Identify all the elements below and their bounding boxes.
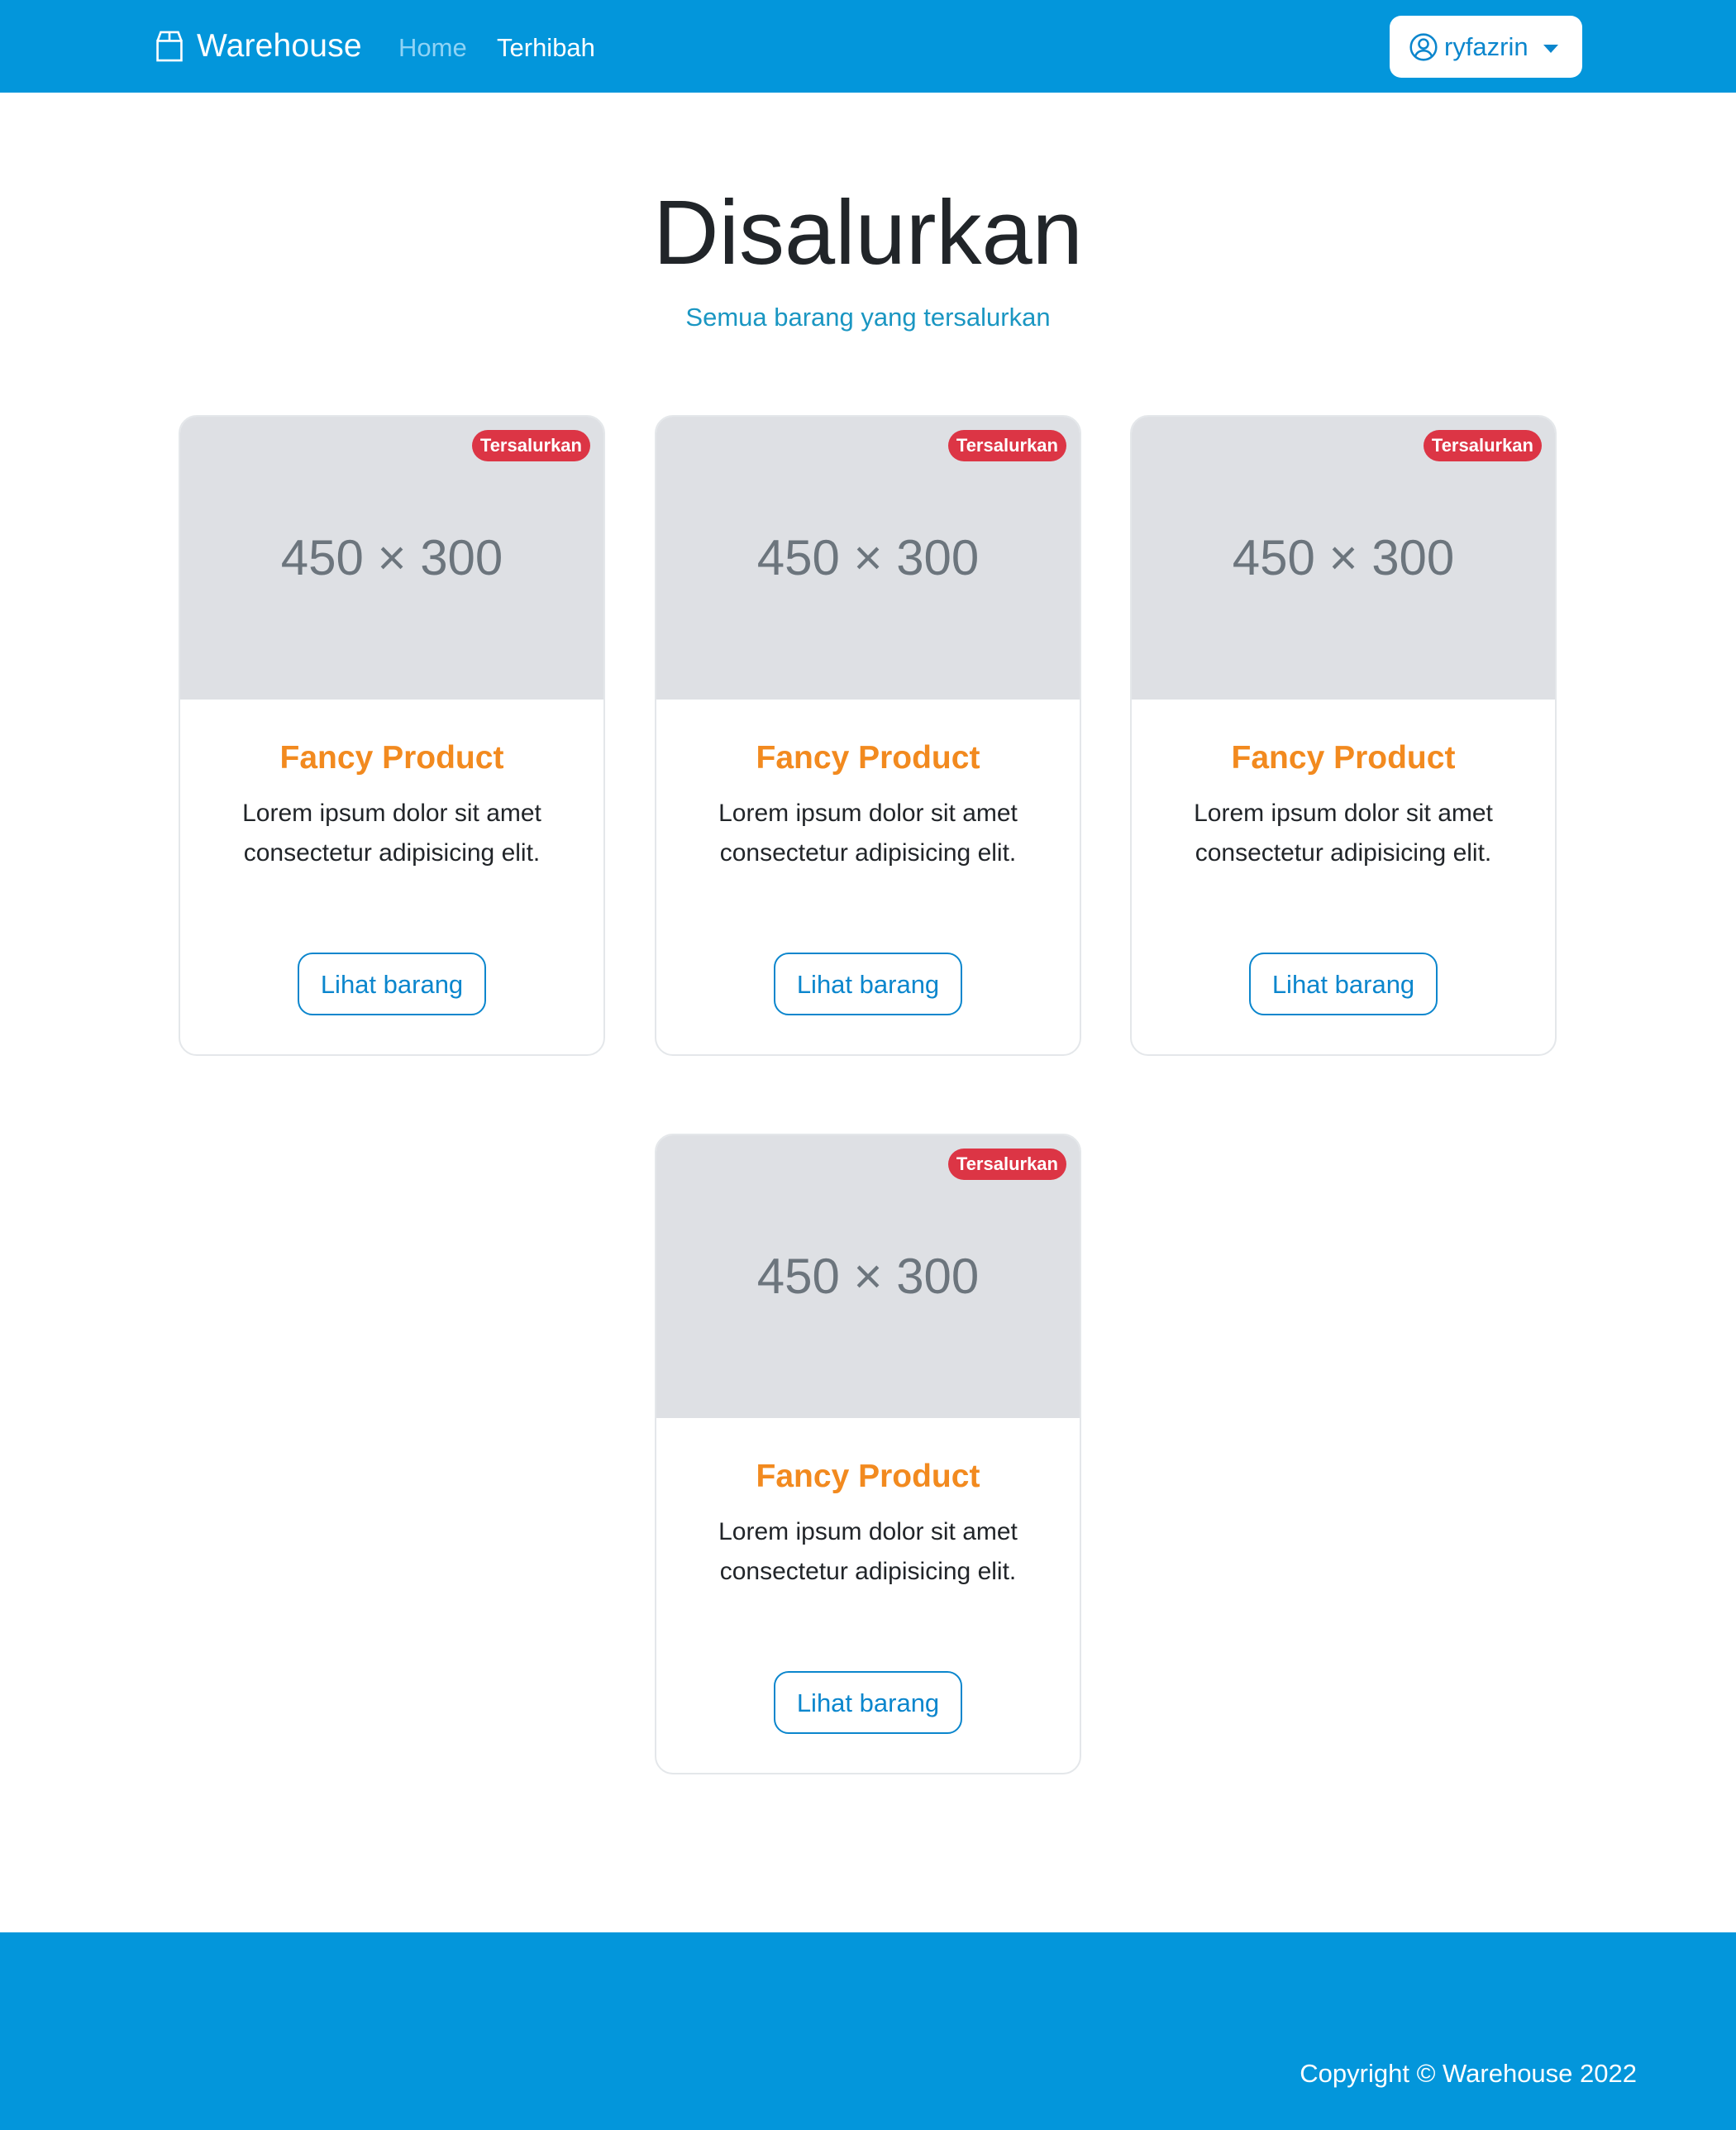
brand-name: Warehouse bbox=[197, 28, 362, 64]
status-badge: Tersalurkan bbox=[1423, 430, 1542, 461]
caret-down-icon bbox=[1543, 44, 1558, 53]
box-icon bbox=[156, 31, 183, 62]
user-name: ryfazrin bbox=[1444, 31, 1529, 61]
product-card: 450 × 300 Tersalurkan Fancy Product Lore… bbox=[179, 415, 605, 1056]
card-text: Lorem ipsum dolor sit amet consectetur a… bbox=[718, 1518, 1018, 1585]
product-card: 450 × 300 Tersalurkan Fancy Product Lore… bbox=[1130, 415, 1557, 1056]
view-item-button[interactable]: Lihat barang bbox=[774, 953, 962, 1015]
view-item-button[interactable]: Lihat barang bbox=[1249, 953, 1438, 1015]
nav-terhibah[interactable]: Terhibah bbox=[497, 30, 595, 66]
card-title: Fancy Product bbox=[279, 740, 504, 776]
navbar: Warehouse Home Terhibah ryfazrin bbox=[0, 0, 1736, 93]
user-menu-button[interactable]: ryfazrin bbox=[1390, 16, 1582, 78]
card-text: Lorem ipsum dolor sit amet consectetur a… bbox=[1194, 800, 1493, 867]
status-badge: Tersalurkan bbox=[947, 430, 1066, 461]
card-title: Fancy Product bbox=[1231, 740, 1456, 776]
copyright-text: Copyright © Warehouse 2022 bbox=[1300, 2059, 1637, 2088]
user-circle-icon bbox=[1409, 32, 1438, 61]
product-card: 450 × 300 Tersalurkan Fancy Product Lore… bbox=[655, 1134, 1081, 1774]
view-item-button[interactable]: Lihat barang bbox=[774, 1671, 962, 1734]
card-text: Lorem ipsum dolor sit amet consectetur a… bbox=[242, 800, 541, 867]
brand-link[interactable]: Warehouse bbox=[152, 25, 362, 68]
card-text: Lorem ipsum dolor sit amet consectetur a… bbox=[718, 800, 1018, 867]
page-subtitle: Semua barang yang tersalurkan bbox=[685, 303, 1051, 332]
page-title: Disalurkan bbox=[653, 182, 1083, 284]
status-badge: Tersalurkan bbox=[947, 1149, 1066, 1180]
status-badge: Tersalurkan bbox=[471, 430, 590, 461]
card-title: Fancy Product bbox=[756, 740, 980, 776]
card-title: Fancy Product bbox=[756, 1459, 980, 1494]
product-card: 450 × 300 Tersalurkan Fancy Product Lore… bbox=[655, 415, 1081, 1056]
nav-home[interactable]: Home bbox=[398, 30, 467, 66]
footer: Copyright © Warehouse 2022 bbox=[0, 1932, 1736, 2130]
view-item-button[interactable]: Lihat barang bbox=[298, 953, 486, 1015]
